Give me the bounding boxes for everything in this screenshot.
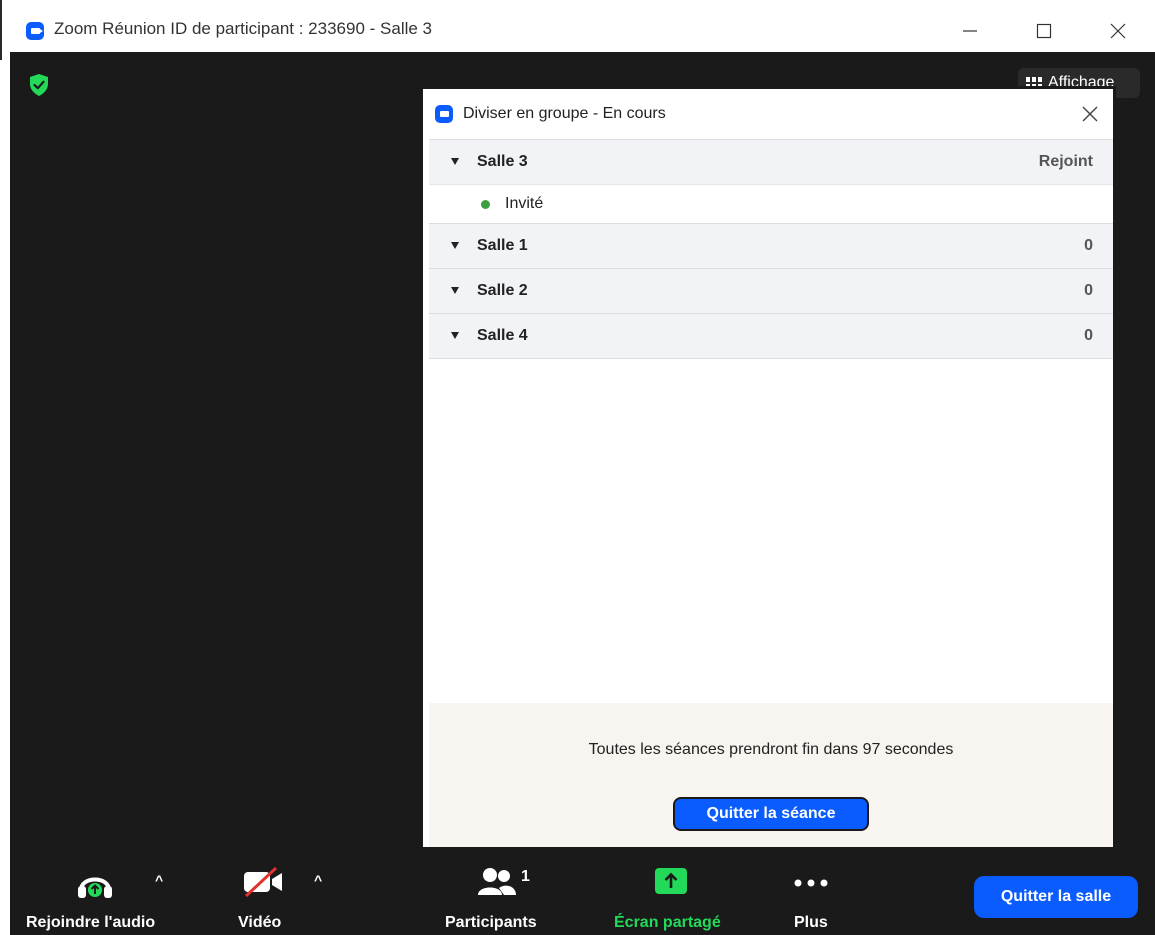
countdown-message: Toutes les séances prendront fin dans 97… bbox=[588, 741, 954, 758]
zoom-app-icon bbox=[26, 22, 44, 40]
room-count: 0 bbox=[1084, 282, 1093, 299]
collapse-arrow-icon bbox=[451, 242, 459, 249]
maximize-icon bbox=[1036, 23, 1052, 39]
room-row-salle-3[interactable]: Salle 3 Rejoint bbox=[429, 139, 1113, 184]
share-screen-label: Écran partagé bbox=[614, 914, 721, 931]
room-row-salle-4[interactable]: Salle 4 0 bbox=[429, 313, 1113, 358]
room-name: Salle 3 bbox=[477, 153, 528, 170]
join-audio-label: Rejoindre l'audio bbox=[26, 914, 156, 931]
rooms-list: Salle 3 Rejoint Invité Salle 1 0 Salle 2… bbox=[429, 139, 1113, 359]
participant-name: Invité bbox=[505, 195, 544, 212]
shield-check-icon[interactable] bbox=[28, 73, 50, 97]
participants-label: Participants bbox=[445, 914, 537, 931]
window-titlebar: Zoom Réunion ID de participant : 233690 … bbox=[0, 0, 1155, 60]
maximize-button[interactable] bbox=[1024, 16, 1064, 46]
room-row-salle-2[interactable]: Salle 2 0 bbox=[429, 268, 1113, 313]
window-title: Zoom Réunion ID de participant : 233690 … bbox=[54, 19, 433, 38]
leave-session-button[interactable]: Quitter la séance bbox=[673, 797, 869, 831]
join-audio-button[interactable]: Rejoindre l'audio bbox=[26, 858, 176, 931]
close-icon bbox=[1082, 106, 1098, 122]
share-screen-button[interactable]: Écran partagé bbox=[614, 858, 739, 931]
room-row-salle-1[interactable]: Salle 1 0 bbox=[429, 223, 1113, 268]
video-off-icon bbox=[244, 866, 282, 898]
online-status-icon bbox=[481, 200, 490, 209]
participants-count-badge: 1 bbox=[521, 868, 530, 885]
close-icon bbox=[1110, 23, 1126, 39]
video-button[interactable]: Vidéo bbox=[230, 858, 300, 931]
collapse-arrow-icon bbox=[451, 287, 459, 294]
headphones-icon bbox=[78, 877, 112, 898]
dialog-close-button[interactable] bbox=[1081, 99, 1099, 130]
more-label: Plus bbox=[794, 914, 828, 931]
room-count: 0 bbox=[1084, 327, 1093, 344]
dialog-title: Diviser en groupe - En cours bbox=[463, 105, 666, 122]
participants-button[interactable]: 1 Participants bbox=[445, 858, 555, 931]
rooms-list-divider bbox=[429, 358, 1113, 359]
dialog-header: Diviser en groupe - En cours bbox=[423, 89, 1113, 139]
more-dots-icon bbox=[794, 879, 828, 887]
share-screen-icon bbox=[655, 868, 687, 894]
video-label: Vidéo bbox=[238, 914, 282, 931]
zoom-app-icon bbox=[435, 105, 453, 123]
video-options-chevron-up-icon[interactable]: ^ bbox=[314, 872, 322, 888]
breakout-rooms-dialog: Diviser en groupe - En cours Salle 3 Rej… bbox=[420, 86, 1116, 850]
participants-icon bbox=[478, 868, 516, 895]
collapse-arrow-icon bbox=[451, 332, 459, 339]
collapse-arrow-icon bbox=[451, 158, 459, 165]
close-window-button[interactable] bbox=[1098, 16, 1138, 46]
minimize-icon bbox=[963, 30, 977, 32]
more-button[interactable]: Plus bbox=[788, 858, 838, 931]
participant-row: Invité bbox=[429, 184, 1113, 223]
room-status: Rejoint bbox=[1038, 153, 1093, 170]
minimize-button[interactable] bbox=[950, 16, 990, 46]
room-name: Salle 1 bbox=[477, 237, 528, 254]
dialog-footer: Toutes les séances prendront fin dans 97… bbox=[429, 703, 1113, 847]
leave-room-button[interactable]: Quitter la salle bbox=[974, 876, 1138, 918]
audio-options-chevron-up-icon[interactable]: ^ bbox=[155, 872, 163, 888]
room-count: 0 bbox=[1084, 237, 1093, 254]
room-name: Salle 4 bbox=[477, 327, 528, 344]
room-name: Salle 2 bbox=[477, 282, 528, 299]
